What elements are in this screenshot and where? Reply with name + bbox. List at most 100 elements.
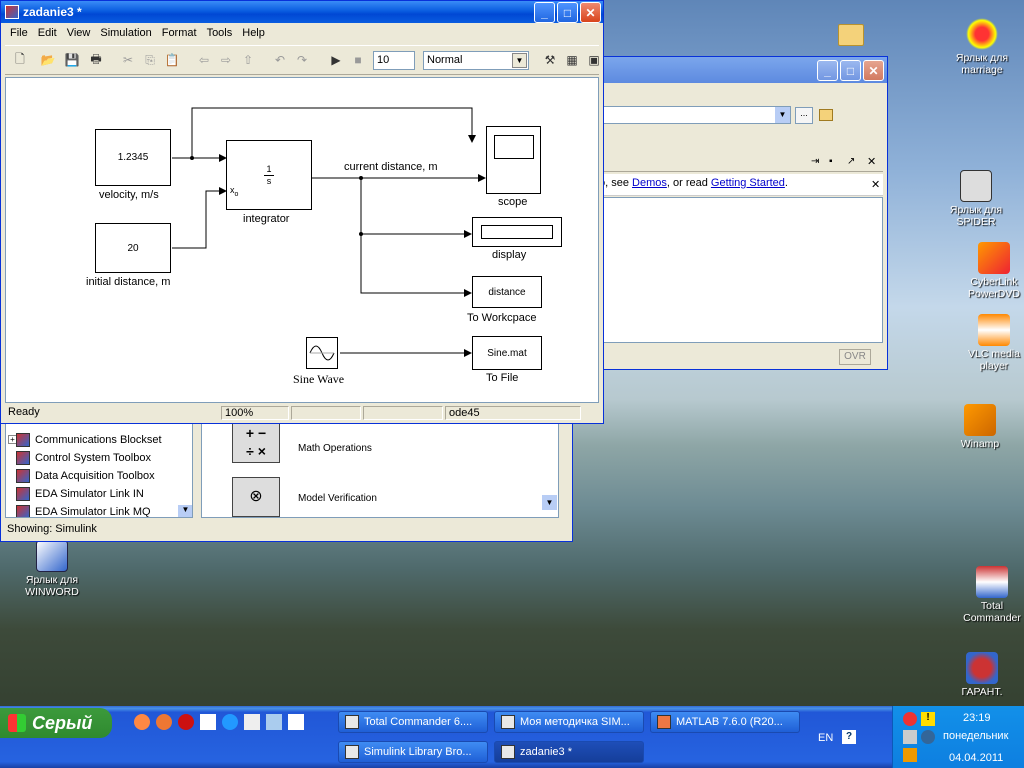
open-icon[interactable]: 📂: [39, 51, 57, 69]
task-matlab[interactable]: MATLAB 7.6.0 (R20...: [650, 711, 800, 733]
scroll-down-icon[interactable]: ▼: [542, 495, 557, 510]
command-window[interactable]: [595, 197, 883, 343]
folder-icon[interactable]: [838, 24, 864, 46]
tray-icon[interactable]: [903, 748, 917, 762]
math-operations-icon[interactable]: + − ÷ ×: [232, 423, 280, 463]
initial-distance-constant-block[interactable]: 20: [95, 223, 171, 273]
browse-button[interactable]: ...: [795, 107, 813, 124]
minimize-button[interactable]: _: [817, 60, 838, 81]
close-pane-icon[interactable]: ✕: [867, 155, 876, 168]
tree-item[interactable]: Communications Blockset: [16, 431, 162, 449]
library-browser-icon[interactable]: ▣: [585, 51, 603, 69]
print-icon[interactable]: 🖶: [87, 51, 105, 69]
current-folder-combo[interactable]: [603, 106, 791, 124]
explorer-icon[interactable]: [266, 714, 282, 730]
integrator-block[interactable]: 1s xo: [226, 140, 312, 210]
command-window-header: [591, 154, 883, 172]
notepad-icon[interactable]: [244, 714, 260, 730]
paste-icon[interactable]: 📋: [163, 51, 181, 69]
desktop-icon-vlc[interactable]: VLC media player: [954, 314, 1024, 372]
undock-icon[interactable]: ⇥: [811, 156, 819, 167]
cut-icon[interactable]: ✂: [119, 51, 137, 69]
desktop-icon-totalcmd[interactable]: Total Commander: [952, 566, 1024, 624]
task-total-commander[interactable]: Total Commander 6....: [338, 711, 488, 733]
tray-icon[interactable]: [903, 730, 917, 744]
getting-started-link[interactable]: Getting Started: [711, 177, 785, 189]
window-menu-icon[interactable]: ▪: [829, 156, 833, 167]
detach-icon[interactable]: ↗: [847, 156, 855, 167]
close-button[interactable]: ✕: [580, 2, 601, 23]
help-icon[interactable]: ?: [842, 730, 856, 744]
menu-format[interactable]: Format: [157, 27, 202, 39]
velocity-constant-block[interactable]: 1.2345: [95, 129, 171, 186]
update-diagram-icon[interactable]: ▦: [563, 51, 581, 69]
desktop-icon-garant[interactable]: ГАРАНТ.: [942, 652, 1022, 698]
scroll-down-icon[interactable]: ▼: [178, 505, 192, 517]
start-button[interactable]: Серый: [0, 708, 112, 738]
tree-item[interactable]: Data Acquisition Toolbox: [16, 467, 155, 485]
menu-edit[interactable]: Edit: [33, 27, 62, 39]
sine-wave-block[interactable]: [306, 337, 338, 369]
outlook-icon[interactable]: [200, 714, 216, 730]
up-icon[interactable]: ⇧: [239, 51, 257, 69]
menu-tools[interactable]: Tools: [202, 27, 238, 39]
scope-block[interactable]: [486, 126, 541, 194]
copy-icon[interactable]: ⎘: [141, 51, 159, 69]
menu-help[interactable]: Help: [237, 27, 270, 39]
tree-item[interactable]: EDA Simulator Link IN: [16, 485, 144, 503]
maximize-button[interactable]: □: [840, 60, 861, 81]
desktop-icon-marriage[interactable]: Ярлык для marriage: [942, 18, 1022, 76]
library-tree[interactable]: + Communications Blockset Control System…: [5, 422, 193, 518]
menu-file[interactable]: File: [5, 27, 33, 39]
at-icon[interactable]: [134, 714, 150, 730]
simulation-mode-select[interactable]: Normal ▼: [423, 51, 529, 70]
clock-time[interactable]: 23:19: [963, 712, 991, 724]
quick-launch: [134, 714, 324, 734]
redo-icon[interactable]: ↷: [293, 51, 311, 69]
tree-item[interactable]: Control System Toolbox: [16, 449, 151, 467]
new-icon[interactable]: 🗋: [11, 51, 29, 69]
close-button[interactable]: ✕: [863, 60, 884, 81]
start-simulation-icon[interactable]: ▶: [327, 51, 345, 69]
forward-icon[interactable]: ⇨: [217, 51, 235, 69]
desktop-icon-spider[interactable]: Ярлык для SPIDER: [936, 170, 1016, 228]
opera-icon[interactable]: [178, 714, 194, 730]
title-bar[interactable]: zadanie3 *: [1, 1, 603, 23]
demos-link[interactable]: Demos: [632, 177, 667, 189]
desktop-icon-cyberlink[interactable]: CyberLink PowerDVD: [954, 242, 1024, 300]
desktop-icon-winamp[interactable]: Winamp: [940, 404, 1020, 450]
task-library-browser[interactable]: Simulink Library Bro...: [338, 741, 488, 763]
model-canvas[interactable]: 1.2345 velocity, m/s 20 initial distance…: [5, 77, 599, 403]
undo-icon[interactable]: ↶: [271, 51, 289, 69]
close-banner-icon[interactable]: ✕: [871, 178, 880, 191]
desktop-icon-winword[interactable]: Ярлык для WINWORD: [12, 540, 92, 598]
ie-icon[interactable]: [222, 714, 238, 730]
save-icon[interactable]: 💾: [63, 51, 81, 69]
language-indicator[interactable]: EN: [818, 732, 833, 744]
help-banner: o, see Demos, or read Getting Started.: [591, 174, 883, 196]
sine-wave-label: Sine Wave: [293, 372, 345, 386]
menu-view[interactable]: View: [62, 27, 96, 39]
chat-icon[interactable]: [288, 714, 304, 730]
tree-item[interactable]: EDA Simulator Link MQ: [16, 503, 151, 517]
to-file-block[interactable]: Sine.mat: [472, 336, 542, 370]
menu-simulation[interactable]: Simulation: [95, 27, 156, 39]
dropdown-arrow-icon[interactable]: ▼: [775, 107, 790, 123]
minimize-button[interactable]: _: [534, 2, 555, 23]
display-block[interactable]: [472, 217, 562, 247]
task-word-document[interactable]: Моя методичка SIM...: [494, 711, 644, 733]
model-verification-icon[interactable]: ⊗: [232, 477, 280, 517]
to-workspace-block[interactable]: distance: [472, 276, 542, 308]
warning-icon[interactable]: !: [921, 712, 935, 726]
library-blocks-pane[interactable]: + − ÷ × Math Operations ⊗ Model Verificat…: [201, 422, 559, 518]
stop-simulation-icon[interactable]: ■: [349, 51, 367, 69]
folder-up-icon[interactable]: [819, 109, 833, 121]
tray-icon[interactable]: [903, 712, 917, 726]
task-zadanie3[interactable]: zadanie3 *: [494, 741, 644, 763]
stop-time-input[interactable]: 10: [373, 51, 415, 70]
tray-icon[interactable]: [921, 730, 935, 744]
maximize-button[interactable]: □: [557, 2, 578, 23]
back-icon[interactable]: ⇦: [195, 51, 213, 69]
firefox-icon[interactable]: [156, 714, 172, 730]
build-icon[interactable]: ⚒: [541, 51, 559, 69]
